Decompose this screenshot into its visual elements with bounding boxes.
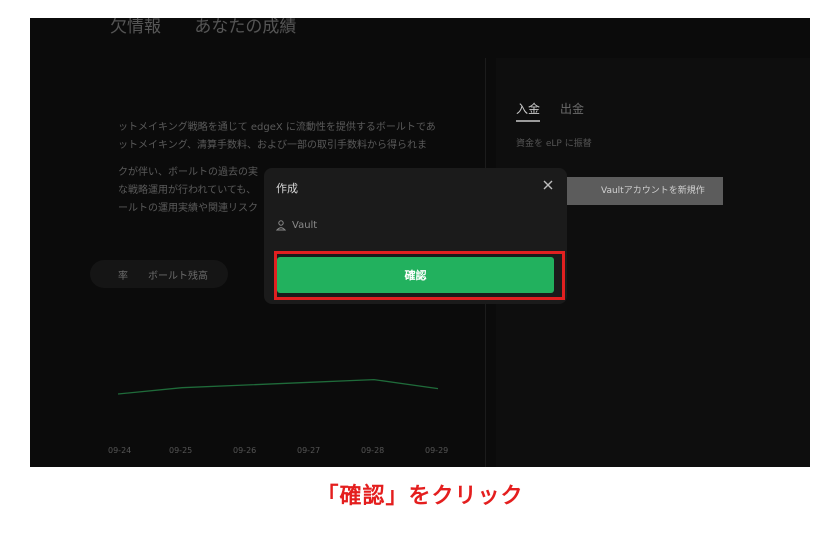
x-tick-label: 09-28 <box>361 446 385 455</box>
user-icon <box>276 220 286 231</box>
x-tick-label: 09-27 <box>297 446 321 455</box>
legend-item-partial[interactable]: 率 <box>118 267 128 282</box>
top-tabs: 欠情報 あなたの成績 <box>110 18 296 37</box>
tab-deposit[interactable]: 入金 <box>516 100 541 122</box>
instruction-caption: 「確認」をクリック <box>316 484 524 509</box>
tab-vault-info[interactable]: 欠情報 <box>110 18 161 37</box>
convert-note: 資金を eLP に振替 <box>516 139 592 149</box>
tab-my-performance[interactable]: あなたの成績 <box>194 18 296 37</box>
performance-chart <box>118 378 439 395</box>
highlight-box <box>274 251 565 300</box>
x-tick-label: 09-25 <box>169 446 193 455</box>
legend-item-vault-balance[interactable]: ボールト残高 <box>148 267 208 282</box>
app-screenshot: 欠情報 あなたの成績 ットメイキング戦略を通じて edgeX に流動性を提供する… <box>30 18 810 467</box>
vault-row: Vault <box>276 220 317 231</box>
description-line: な戦略運用が行われていても、 <box>118 185 257 196</box>
series-line-vault-balance <box>118 378 439 395</box>
vault-label: Vault <box>292 220 318 231</box>
tab-withdraw[interactable]: 出金 <box>560 100 584 117</box>
description-line: クが伴い、ボールトの過去の実 <box>118 167 258 178</box>
close-icon[interactable] <box>541 178 555 192</box>
modal-title: 作成 <box>276 182 298 195</box>
x-tick-label: 09-29 <box>425 446 449 455</box>
create-vault-button[interactable]: Vaultアカウントを新規作 <box>565 177 723 205</box>
description-line: ットメイキング、清算手数料、および一部の取引手数料から得られま <box>118 140 427 151</box>
x-tick-label: 09-26 <box>233 446 257 455</box>
description-line: ットメイキング戦略を通じて edgeX に流動性を提供するボールトであ <box>118 122 436 133</box>
x-tick-label: 09-24 <box>108 446 132 455</box>
description-line: ールトの運用実績や関連リスク <box>118 203 258 214</box>
